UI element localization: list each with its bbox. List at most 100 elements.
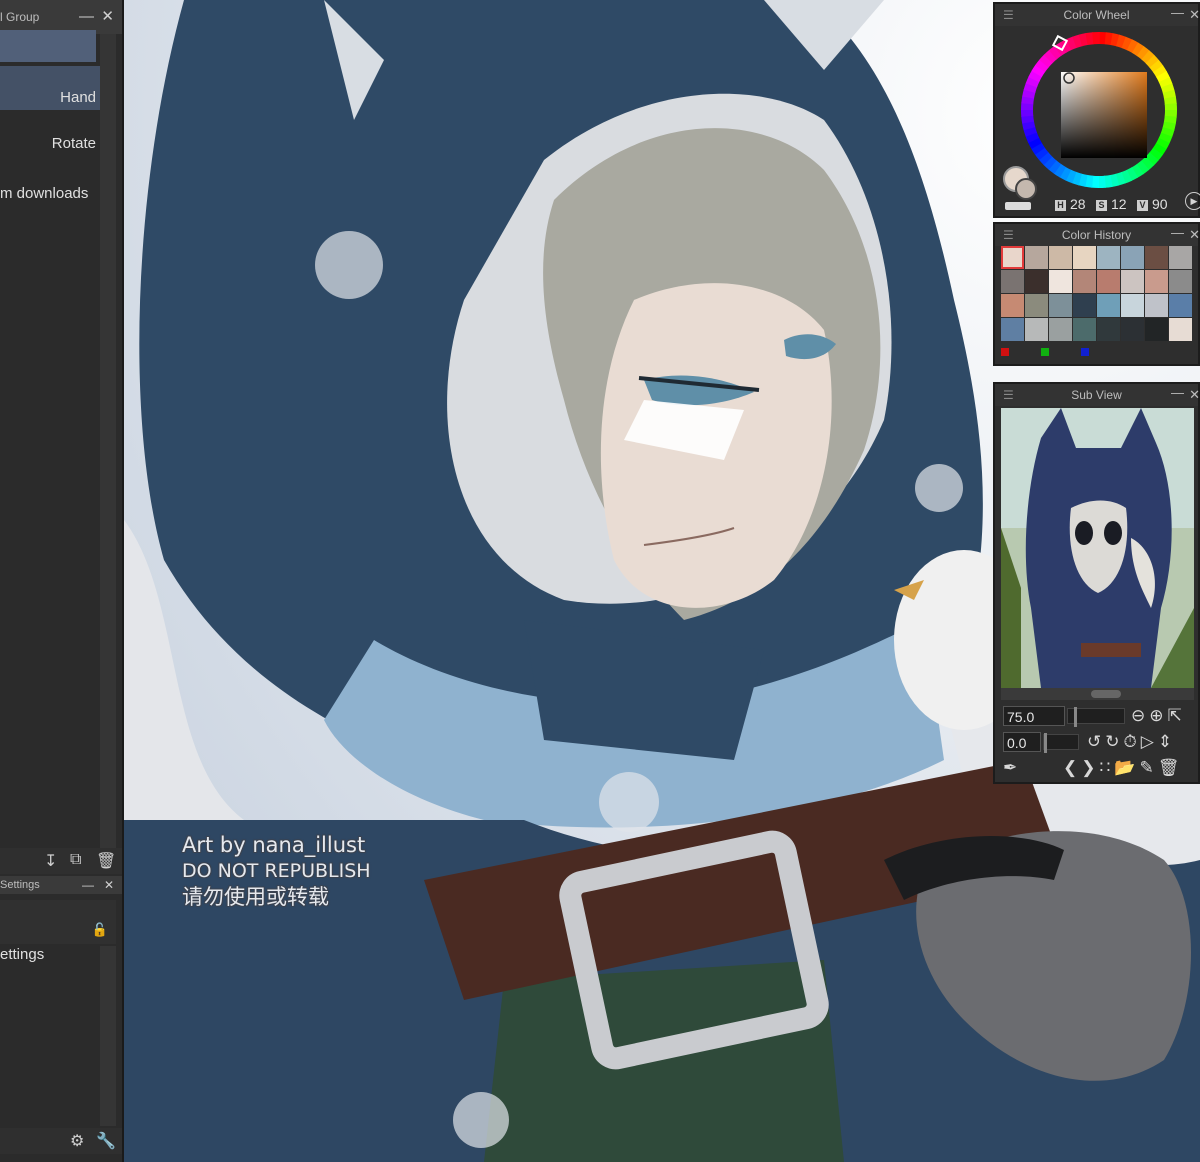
close-icon[interactable]: ✕	[104, 876, 114, 894]
color-history-swatch[interactable]	[1169, 318, 1192, 341]
watermark-credit: Art by nana_illust	[182, 833, 366, 857]
flip-vertical-icon[interactable]: ⇕	[1158, 732, 1176, 751]
color-history-panel: ☰ Color History — ✕	[993, 222, 1200, 366]
watermark-notice-chinese: 请勿使用或转载	[182, 885, 329, 909]
sub-view-scrollbar[interactable]	[1001, 688, 1194, 700]
rotation-slider[interactable]	[1043, 733, 1079, 753]
value-readout: V 90	[1137, 196, 1168, 212]
rotate-right-icon[interactable]: ↻	[1105, 732, 1123, 751]
grip-icon[interactable]: ☰	[1003, 224, 1014, 246]
saturation-readout: S 12	[1096, 196, 1127, 212]
previous-image-icon[interactable]: ❮	[1063, 758, 1081, 777]
color-history-swatch[interactable]	[1073, 246, 1096, 269]
color-history-swatch[interactable]	[1097, 318, 1120, 341]
color-history-swatch[interactable]	[1169, 246, 1192, 269]
sub-view-title-bar[interactable]: ☰ Sub View — ✕	[995, 382, 1200, 406]
minimize-icon[interactable]: —	[1171, 222, 1184, 244]
color-history-title-bar[interactable]: ☰ Color History — ✕	[995, 222, 1200, 246]
tool-group-item-rotate[interactable]: Rotate	[0, 128, 100, 162]
tool-group-item-selected[interactable]	[0, 30, 96, 62]
sub-color-swatch[interactable]	[1015, 178, 1037, 200]
close-icon[interactable]: ✕	[1189, 4, 1200, 26]
tool-group-item-hand[interactable]: Hand	[0, 66, 100, 110]
sub-view-panel: ☰ Sub View — ✕ 75.0 ⊖⊕⇱ 0.0 ↺↻⏱▷⇕ ✒ ❮❯∷📂…	[993, 382, 1200, 784]
color-history-swatch[interactable]	[1001, 294, 1024, 317]
color-history-swatch[interactable]	[1121, 270, 1144, 293]
trash-icon[interactable]: 🗑	[96, 851, 116, 871]
color-history-swatch[interactable]	[1025, 246, 1048, 269]
reset-dial-icon[interactable]: ⚙	[70, 1131, 84, 1151]
color-history-swatch[interactable]	[1073, 318, 1096, 341]
flip-horizontal-icon[interactable]: ▷	[1141, 732, 1158, 751]
open-folder-icon[interactable]: 📂	[1114, 758, 1139, 777]
tool-settings-title-bar[interactable]: Settings — ✕	[0, 876, 122, 894]
main-sub-color-indicator[interactable]	[1003, 166, 1037, 200]
sub-view-toolbar: ✒ ❮❯∷📂✎🗑	[1003, 758, 1198, 780]
zoom-input[interactable]: 75.0	[1003, 706, 1065, 726]
color-history-swatch[interactable]	[1073, 294, 1096, 317]
color-history-swatch[interactable]	[1145, 246, 1168, 269]
tool-settings-panel: Settings — ✕ 🔓 ettings ⚙ 🔧	[0, 876, 124, 1162]
color-history-swatch[interactable]	[1121, 246, 1144, 269]
lock-icon[interactable]: 🔓	[92, 922, 108, 938]
import-icon[interactable]: ↧	[44, 851, 57, 871]
close-icon[interactable]: ✕	[1189, 224, 1200, 246]
sub-view-reference-image[interactable]	[1001, 408, 1194, 688]
minimize-icon[interactable]: —	[1171, 2, 1184, 24]
rotation-input[interactable]: 0.0	[1003, 732, 1041, 752]
minimize-icon[interactable]: —	[1171, 382, 1184, 404]
color-wheel-title: Color Wheel	[1063, 8, 1130, 22]
color-wheel-title-bar[interactable]: ☰ Color Wheel — ✕	[995, 2, 1200, 26]
next-image-icon[interactable]: ❯	[1081, 758, 1099, 777]
close-icon[interactable]: ✕	[1189, 384, 1200, 406]
eyedropper-icon[interactable]: ✒	[1003, 758, 1021, 777]
tool-settings-title: Settings	[0, 879, 40, 891]
rotate-left-icon[interactable]: ↺	[1087, 732, 1105, 751]
color-history-swatch[interactable]	[1073, 270, 1096, 293]
zoom-in-icon[interactable]: ⊕	[1149, 706, 1167, 725]
wrench-icon[interactable]: 🔧	[96, 1131, 116, 1151]
duplicate-icon[interactable]: ⧉	[70, 851, 81, 869]
color-history-swatch[interactable]	[1097, 270, 1120, 293]
color-history-swatch[interactable]	[1049, 318, 1072, 341]
color-history-swatch[interactable]	[1145, 270, 1168, 293]
tool-settings-scrollbar[interactable]	[100, 946, 116, 1126]
zoom-slider[interactable]	[1067, 707, 1125, 727]
grip-icon[interactable]: ☰	[1003, 4, 1014, 26]
color-history-swatch[interactable]	[1121, 318, 1144, 341]
reset-rotation-icon[interactable]: ⏱	[1124, 732, 1141, 751]
color-history-swatch[interactable]	[1169, 270, 1192, 293]
grid-icon[interactable]: ∷	[1100, 758, 1115, 777]
edit-icon[interactable]: ✎	[1140, 758, 1158, 777]
color-history-swatch[interactable]	[1145, 318, 1168, 341]
tool-group-scrollbar[interactable]	[100, 34, 116, 850]
minimize-icon[interactable]: —	[79, 0, 94, 34]
fit-icon[interactable]: ⇱	[1168, 706, 1186, 725]
color-history-swatch[interactable]	[1049, 270, 1072, 293]
zoom-out-icon[interactable]: ⊖	[1131, 706, 1149, 725]
transparent-color-icon[interactable]	[1005, 202, 1031, 210]
tool-settings-label: ettings	[0, 946, 45, 963]
color-history-swatch[interactable]	[1145, 294, 1168, 317]
color-wheel[interactable]	[1019, 30, 1179, 190]
play-icon[interactable]: ▶	[1185, 192, 1200, 210]
color-history-swatch[interactable]	[1001, 246, 1024, 269]
color-history-swatch[interactable]	[1097, 294, 1120, 317]
color-history-swatch[interactable]	[1025, 294, 1048, 317]
color-history-swatch[interactable]	[1001, 270, 1024, 293]
trash-icon[interactable]: 🗑	[1158, 758, 1184, 777]
color-history-swatch[interactable]	[1121, 294, 1144, 317]
minimize-icon[interactable]: —	[82, 876, 94, 894]
color-history-swatch[interactable]	[1169, 294, 1192, 317]
tool-group-title-bar[interactable]: l Group — ✕	[0, 0, 122, 34]
color-history-swatch[interactable]	[1025, 270, 1048, 293]
grip-icon[interactable]: ☰	[1003, 384, 1014, 406]
color-history-swatch[interactable]	[1097, 246, 1120, 269]
color-history-grid	[1001, 246, 1192, 341]
color-history-swatch[interactable]	[1001, 318, 1024, 341]
color-history-swatch[interactable]	[1049, 294, 1072, 317]
close-icon[interactable]: ✕	[101, 0, 114, 34]
color-history-swatch[interactable]	[1049, 246, 1072, 269]
color-history-swatch[interactable]	[1025, 318, 1048, 341]
color-marker	[1041, 348, 1049, 356]
